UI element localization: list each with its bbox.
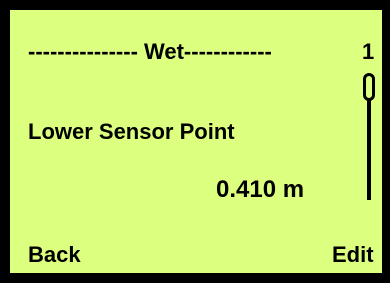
parameter-label: Lower Sensor Point <box>28 119 235 144</box>
parameter-value: 0.410 m <box>216 176 305 203</box>
back-softkey[interactable]: Back <box>28 243 81 267</box>
scrollbar-thumb <box>363 73 375 101</box>
menu-header: --------------- Wet------------ <box>28 39 272 64</box>
device-frame: --------------- Wet------------ 1 Lower … <box>0 0 390 283</box>
page-number: 1 <box>362 39 375 64</box>
lcd-display: --------------- Wet------------ 1 Lower … <box>6 6 386 277</box>
edit-softkey[interactable]: Edit <box>332 243 374 267</box>
